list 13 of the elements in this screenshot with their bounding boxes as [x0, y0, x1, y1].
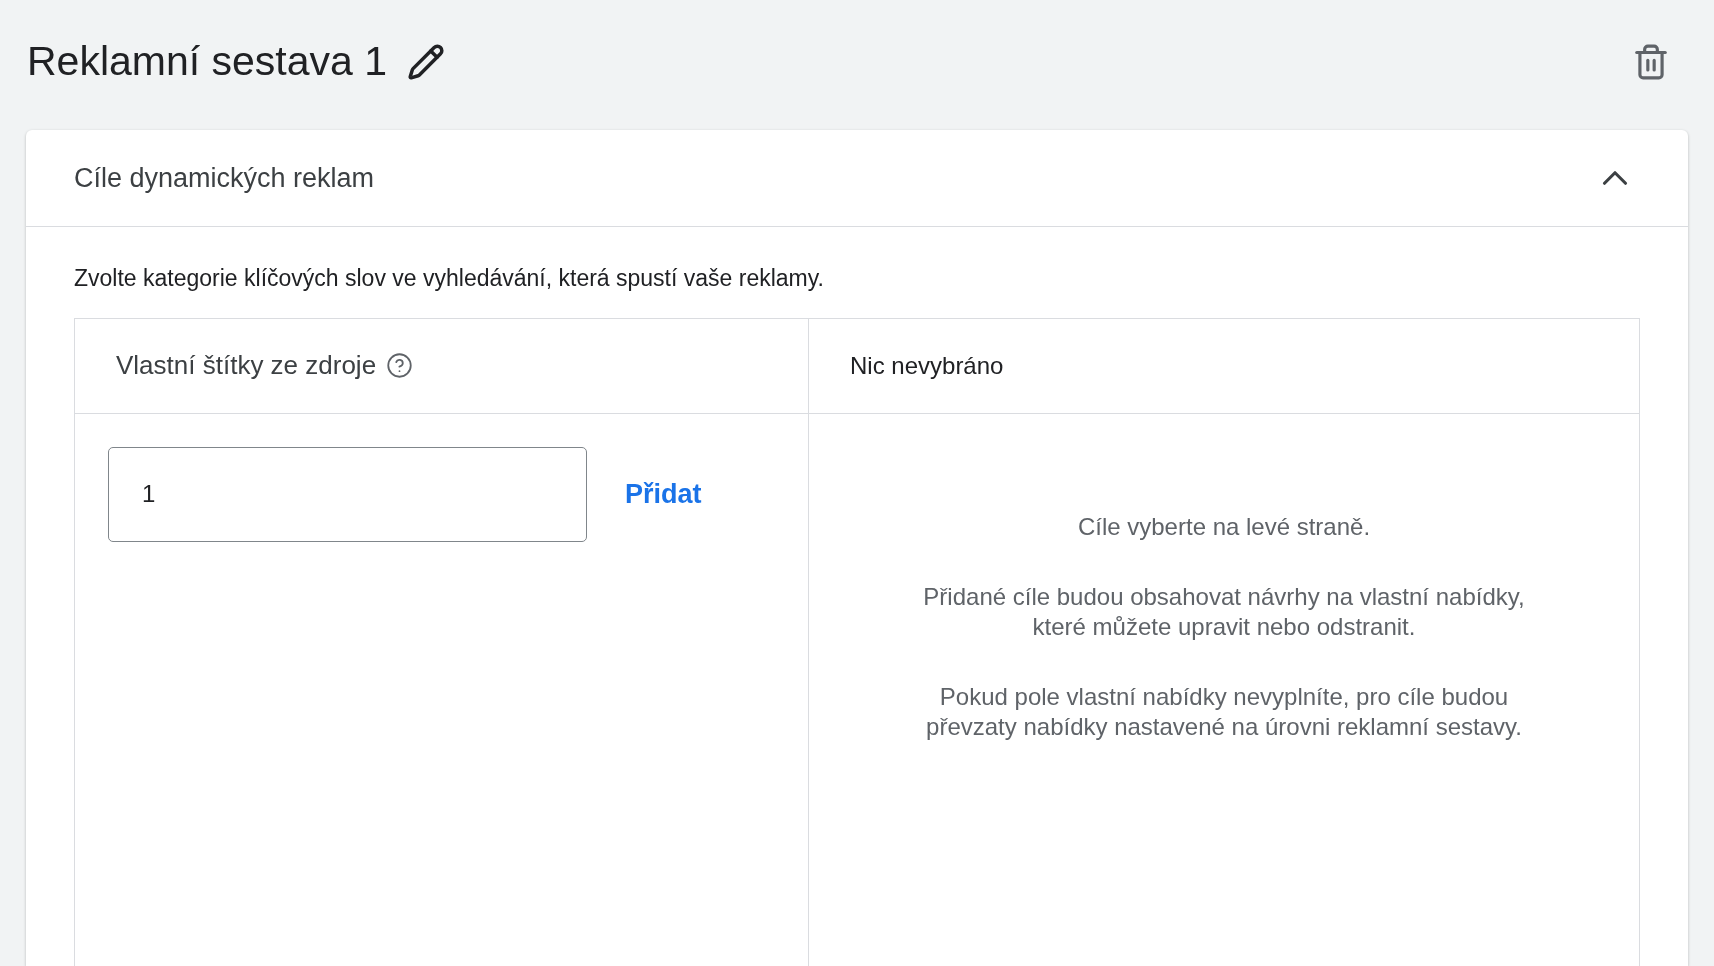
help-icon[interactable] [386, 352, 414, 379]
section-title: Cíle dynamických reklam [74, 161, 375, 195]
panel-heading: Vlastní štítky ze zdroje [116, 349, 377, 382]
delete-icon[interactable] [1632, 43, 1670, 81]
hint-text: Pokud pole vlastní nabídky nevyplníte, pro cíle budou převzaty nabídky nastavené na úrovni reklamní sestavy. [925, 681, 1523, 742]
edit-icon[interactable] [407, 43, 446, 81]
hint-text: Přidané cíle budou obsahovat návrhy na vlastní nabídky, které můžete upravit nebo odstranit. [922, 581, 1526, 642]
hint-text: Cíle vyberte na levé straně. [1076, 511, 1372, 542]
input-field[interactable]: 1 [108, 446, 587, 542]
section-description: Zvolte kategorie klíčových slov ve vyhledávání, která spustí vaše reklamy. [74, 264, 825, 293]
page-title: Reklamní sestava 1 [27, 37, 388, 87]
panel-heading: Nic nevybráno [850, 350, 1004, 381]
add-button[interactable]: Přidat [625, 473, 702, 515]
